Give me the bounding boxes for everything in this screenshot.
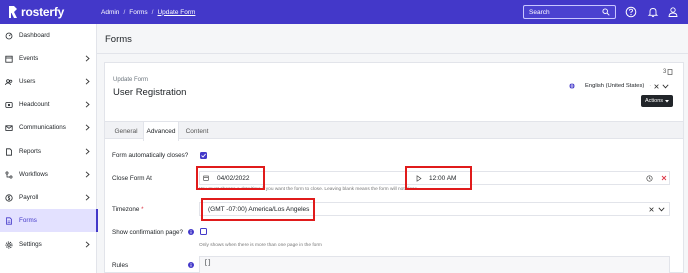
auto-close-label: Form automatically closes? [112,152,189,159]
confirmation-hint: Only shows when there is more than one p… [199,243,322,248]
locale-more-icon: · [649,83,652,89]
timezone-label: Timezone * [112,206,144,213]
sidebar-item-reports[interactable]: Reports [0,140,97,163]
timezone-chevron-down-icon[interactable] [658,207,665,212]
sidebar-item-label: Dashboard [19,32,50,39]
form-icon [6,216,12,225]
logo[interactable]: rosterfy [0,5,97,19]
date-highlight-box [196,166,265,190]
breadcrumb-separator: / [151,8,154,16]
sidebar-item-label: Events [19,55,39,62]
check-icon [201,153,206,158]
chevron-right-icon[interactable] [85,148,90,155]
user-profile-icon[interactable] [667,6,679,18]
chevron-right-icon[interactable] [85,241,90,248]
search-input[interactable] [524,8,602,16]
sidebar-item-workflows[interactable]: Workflows [0,163,97,186]
confirmation-checkbox[interactable] [200,228,207,235]
tabs-bar: General Advanced Content [105,121,683,141]
chevron-right-icon[interactable] [85,194,90,201]
report-icon [6,147,12,156]
calendar-icon [5,55,13,63]
form-subtitle: Update Form [113,77,149,83]
users-icon [5,78,13,85]
tab-advanced[interactable]: Advanced [143,122,179,141]
envelope-icon [5,124,13,131]
sidebar-item-label: Communications [19,124,66,131]
chevron-down-icon[interactable] [662,83,669,89]
chevron-right-icon[interactable] [85,171,90,178]
sidebar-item-forms[interactable]: Forms [0,209,98,232]
clear-icon[interactable] [654,83,659,89]
clock-icon[interactable] [646,175,653,182]
timezone-clear-icon[interactable] [649,207,654,212]
globe-icon [569,83,575,89]
count-label: 3 [663,69,667,75]
timezone-highlight-box [201,198,315,221]
confirmation-label: Show confirmation page? [112,229,184,236]
sidebar-item-label: Forms [19,217,37,224]
form-title: User Registration [113,87,187,98]
form-count: 3 [663,69,673,75]
page-title: Forms [105,34,132,45]
rules-info-icon[interactable] [188,262,194,268]
gear-icon [5,241,13,248]
locale-value: English (United States) [585,83,645,89]
sidebar-item-label: Users [19,78,36,85]
timezone-label-text: Timezone [112,206,140,213]
headcount-icon [5,101,13,108]
caret-down-icon [665,99,670,102]
sidebar-item-events[interactable]: Events [0,47,97,70]
actions-label: Actions [644,98,664,104]
chevron-right-icon[interactable] [85,78,90,85]
time-highlight-box [405,166,472,190]
sidebar-item-label: Workflows [19,171,48,178]
help-icon[interactable] [625,6,637,18]
close-at-label: Close Form At [112,175,152,182]
chevron-right-icon[interactable] [85,101,90,108]
actions-button[interactable]: Actions [641,95,673,107]
stack-icon [667,69,673,75]
page-header: Forms [97,24,688,54]
sidebar-item-headcount[interactable]: Headcount [0,93,97,116]
breadcrumb-admin[interactable]: Admin [101,9,119,16]
tab-content[interactable]: Content [181,122,213,140]
sidebar-item-label: Settings [19,241,42,248]
sidebar-item-communications[interactable]: Communications [0,116,97,139]
locale-select[interactable]: English (United States) · [565,80,672,92]
sidebar-item-label: Payroll [19,194,39,201]
clear-date-icon[interactable] [661,175,667,181]
top-navbar: rosterfy Admin / Forms / Update Form [0,0,688,24]
dashboard-icon [5,32,13,39]
workflow-icon [5,171,13,178]
sidebar: Dashboard Events Users Headcount Communicati… [0,24,98,273]
sidebar-item-users[interactable]: Users [0,70,97,93]
sidebar-item-label: Reports [19,148,42,155]
required-asterisk: * [141,206,144,213]
rules-label: Rules [112,262,129,269]
rules-value: [] [204,259,212,266]
rosterfy-logo-icon [9,6,17,18]
form-card: 3 Update Form User Registration English … [104,62,684,273]
rules-editor[interactable] [199,256,670,273]
sidebar-item-payroll[interactable]: Payroll [0,186,97,209]
chevron-right-icon[interactable] [85,55,90,62]
sidebar-item-label: Headcount [19,101,50,108]
breadcrumb-forms[interactable]: Forms [129,9,147,16]
logo-text: rosterfy [21,5,65,19]
search-icon[interactable] [602,8,610,16]
breadcrumb-separator: / [123,8,126,16]
search-box [523,5,616,19]
breadcrumb-update-form[interactable]: Update Form [157,9,195,16]
chevron-right-icon[interactable] [85,124,90,131]
dollar-icon [5,193,13,202]
breadcrumb: Admin / Forms / Update Form [97,9,199,16]
tab-general[interactable]: General [111,122,141,140]
auto-close-checkbox[interactable] [200,152,207,159]
sidebar-item-dashboard[interactable]: Dashboard [0,24,97,47]
info-icon[interactable] [188,229,194,235]
sidebar-item-settings[interactable]: Settings [0,233,97,256]
bell-icon[interactable] [647,6,659,18]
